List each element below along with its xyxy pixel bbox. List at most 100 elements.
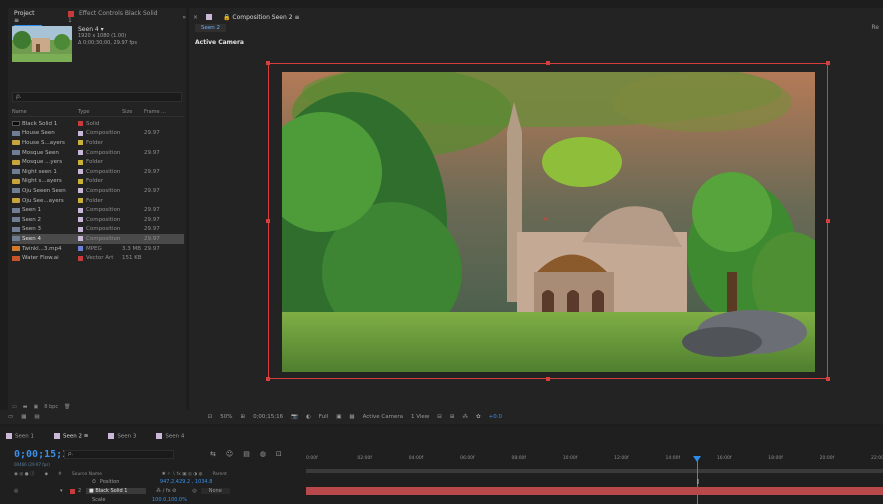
zoom-dropdown[interactable]: 50% (220, 414, 232, 420)
col-name[interactable]: Name (12, 109, 78, 115)
label-color-swatch[interactable] (78, 130, 83, 136)
flowchart-icon[interactable]: ⁂ (463, 414, 469, 420)
frame-blend-icon[interactable]: ▤ (243, 450, 250, 458)
toggle-pixel-icon[interactable]: ⊟ (437, 414, 442, 420)
col-parent[interactable]: Parent (213, 472, 227, 477)
parent-pickwhip-icon[interactable]: ◎ (192, 488, 196, 494)
handle-top-left[interactable] (266, 61, 270, 65)
label-color-swatch[interactable] (78, 188, 83, 194)
timeline-tab[interactable]: Seen 2 ≡ (54, 432, 88, 439)
handle-middle-right[interactable] (826, 219, 830, 223)
timeline-tab[interactable]: Seen 1 (6, 432, 34, 439)
label-color-swatch[interactable] (78, 246, 83, 252)
layer-name[interactable]: ■ Black Solid 1 (86, 488, 146, 494)
col-frame-rate[interactable]: Frame ... (144, 109, 170, 115)
snapshot-icon[interactable]: 📷 (291, 414, 298, 420)
current-time-display[interactable]: 0;00;15;16 (253, 414, 283, 420)
layer-duration-bar[interactable] (306, 487, 883, 495)
project-item[interactable]: House S...ayers Folder (12, 138, 184, 148)
tab-effect-controls[interactable]: Effect Controls Black Solid 1 (68, 10, 158, 24)
visibility-eye-icon[interactable]: ◎ (14, 488, 26, 494)
project-item[interactable]: Mosque ...yers Folder (12, 157, 184, 167)
project-item[interactable]: Seen 1 Composition 29.97 (12, 205, 184, 215)
comp-flowchart-icon[interactable]: ⇆ (210, 450, 216, 458)
camera-dropdown[interactable]: Active Camera (363, 414, 403, 420)
label-color-swatch[interactable] (78, 255, 83, 261)
project-item[interactable]: Mosque Seen Composition 29.97 (12, 148, 184, 158)
exposure-icon[interactable]: ✿ (476, 414, 481, 420)
resolution-dropdown[interactable]: Full (319, 414, 328, 420)
position-property-row[interactable]: ⏱ Position 947.2,429.2 , 1034.8 (14, 478, 304, 486)
label-color-swatch[interactable] (78, 150, 83, 156)
graph-editor-icon[interactable]: ⊡ (276, 450, 282, 458)
label-color-swatch[interactable] (78, 121, 83, 127)
film-icon[interactable]: ▦ (21, 414, 26, 420)
work-area-bar[interactable] (306, 469, 883, 473)
project-item[interactable]: Night s...ayers Folder (12, 177, 184, 187)
color-icon[interactable]: ◐ (306, 414, 311, 420)
expand-arrow-icon[interactable]: ▾ (60, 488, 70, 494)
handle-top-right[interactable] (826, 61, 830, 65)
handle-middle-left[interactable] (266, 219, 270, 223)
label-color-swatch[interactable] (78, 169, 83, 175)
project-item[interactable]: House Seen Composition 29.97 (12, 129, 184, 139)
magnification-icon[interactable]: ⊡ (208, 414, 213, 420)
exposure-value[interactable]: +0.0 (489, 414, 502, 420)
handle-bottom-right[interactable] (826, 377, 830, 381)
layer-selection-frame[interactable]: ⌖ (266, 61, 830, 381)
region-of-interest-icon[interactable]: ▭ (8, 414, 13, 420)
layer-label-swatch[interactable] (70, 488, 75, 494)
motion-blur-icon[interactable]: ◍ (260, 450, 266, 458)
timeline-tab[interactable]: Seen 3 (108, 432, 136, 439)
timeline-tab[interactable]: Seen 4 (156, 432, 184, 439)
time-ruler[interactable]: 0:00f 02:00f 04:00f 06:00f 08:00f 10:00f 12:00… (306, 456, 883, 468)
label-color-swatch[interactable] (78, 236, 83, 242)
clipped-tab[interactable]: Re (871, 24, 879, 31)
project-item[interactable]: Oju See...ayers Folder (12, 196, 184, 206)
label-color-swatch[interactable] (78, 159, 83, 165)
stopwatch-icon[interactable]: ⏱ (92, 479, 96, 485)
project-item[interactable]: Oju Seeen Seen Composition 29.97 (12, 186, 184, 196)
position-value[interactable]: 947.2,429.2 , 1034.8 (160, 479, 212, 485)
label-color-swatch[interactable] (78, 207, 83, 213)
parent-dropdown[interactable]: None (200, 488, 230, 494)
scale-value[interactable]: 100.0,100.0% (152, 497, 187, 503)
fit-icon[interactable]: ⊞ (240, 414, 245, 420)
col-source-name[interactable]: Source Name (72, 472, 152, 477)
label-color-swatch[interactable] (78, 226, 83, 232)
render-icon[interactable]: ⊞ (450, 414, 455, 420)
transparency-grid-icon[interactable]: ▦ (349, 414, 354, 420)
scale-property-row[interactable]: Scale 100.0,100.0% (14, 496, 304, 504)
shy-icon[interactable]: ☺ (226, 450, 233, 458)
label-color-swatch[interactable] (78, 178, 83, 184)
tab-composition[interactable]: 🔒 Composition Seen 2 ≡ (223, 14, 299, 21)
timeline-search-input[interactable]: ρ. (64, 450, 174, 459)
col-size[interactable]: Size (122, 109, 144, 115)
project-item[interactable]: Twinkl...3.mp4 MPEG 3.3 MB 29.97 (12, 244, 184, 254)
close-icon[interactable]: × (193, 14, 198, 21)
layer-row[interactable]: ◎ ▾ 2 ■ Black Solid 1 ⁂ ∕ fx ⊘ ◎ None (14, 487, 304, 495)
project-search-input[interactable]: ρ. (12, 92, 182, 102)
panel-overflow-icon[interactable]: » (182, 14, 186, 21)
project-item[interactable]: Water Flow.ai Vector Art 151 KB (12, 253, 184, 263)
label-color-swatch[interactable] (78, 140, 83, 146)
project-item[interactable]: Seen 2 Composition 29.97 (12, 215, 184, 225)
handle-bottom-center[interactable] (546, 377, 550, 381)
project-item[interactable]: Night seen 1 Composition 29.97 (12, 167, 184, 177)
view-layout-dropdown[interactable]: 1 View (411, 414, 429, 420)
layer-switches[interactable]: ⁂ ∕ fx ⊘ (156, 488, 176, 494)
label-color-swatch[interactable] (78, 198, 83, 204)
folder-icon[interactable]: ▤ (34, 414, 39, 420)
comp-subtab[interactable]: Seen 2 (195, 24, 226, 32)
tab-project[interactable]: Project ≡ (14, 10, 42, 26)
roi-icon[interactable]: ▣ (336, 414, 341, 420)
col-type[interactable]: Type (78, 109, 122, 115)
project-item[interactable]: Seen 4 Composition 29.97 (12, 234, 184, 244)
handle-top-center[interactable] (546, 61, 550, 65)
handle-bottom-left[interactable] (266, 377, 270, 381)
anchor-point-icon[interactable]: ⌖ (543, 214, 549, 225)
project-item[interactable]: Seen 3 Composition 29.97 (12, 225, 184, 235)
keyframe-marker[interactable]: I (697, 478, 699, 486)
label-color-swatch[interactable] (78, 217, 83, 223)
project-item[interactable]: Black Solid 1 Solid (12, 119, 184, 129)
